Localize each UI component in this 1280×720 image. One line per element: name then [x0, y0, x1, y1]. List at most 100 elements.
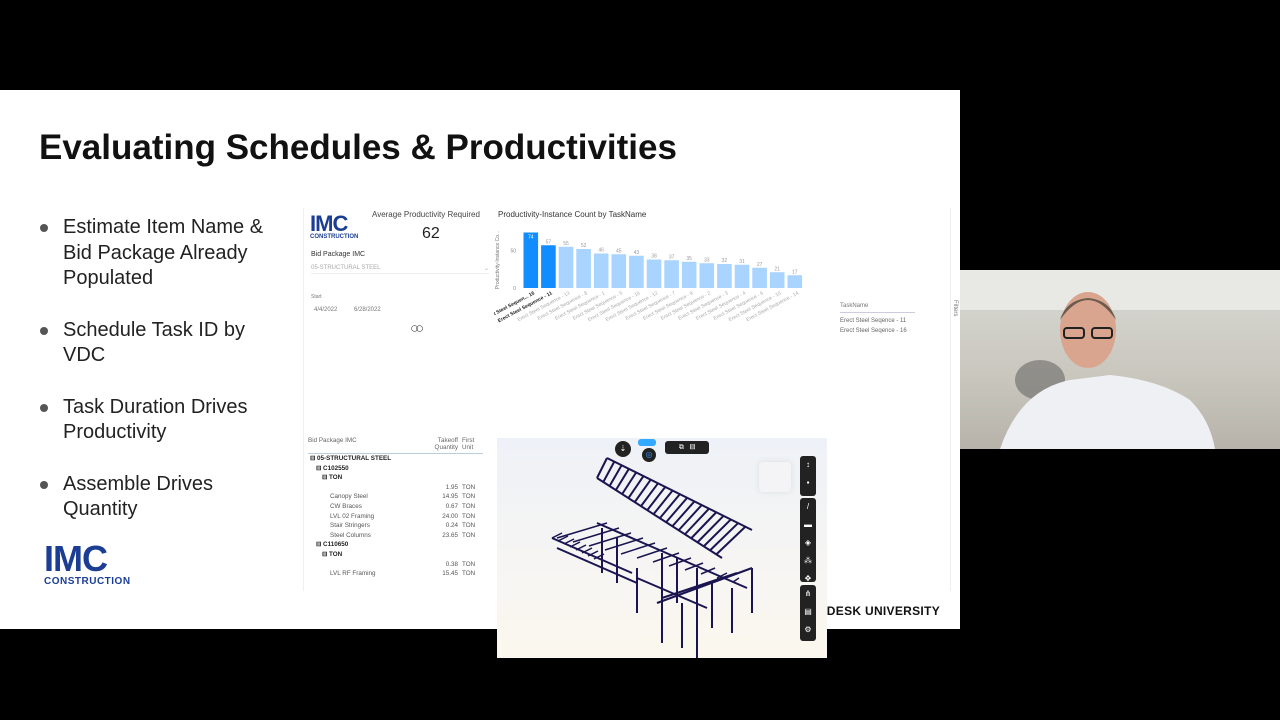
table-row[interactable]: LVL RF Framing 15.45 TON: [308, 569, 483, 579]
table-row[interactable]: CW Braces 0.67 TON: [308, 502, 483, 512]
table-body: ⊟ 05-STRUCTURAL STEEL ⊟ C102550 ⊟ TON 1.95 T…: [308, 454, 483, 579]
steel-member: [732, 577, 740, 583]
y-tick-label: 0: [513, 286, 516, 292]
bar[interactable]: [629, 255, 644, 288]
table-row[interactable]: ⊟ C102550: [308, 464, 483, 474]
steel-member: [575, 544, 587, 551]
slider-handles-icon[interactable]: ○○: [410, 320, 424, 337]
navigation-toolbar[interactable]: ↕ ▪: [800, 456, 816, 496]
bar-chart: Productivity-Instance Co... 05074Erect St…: [494, 231, 803, 324]
table-row[interactable]: Steel Columns 23.65 TON: [308, 531, 483, 541]
matrix-table: Bid Package IMC Takeoff Quantity First U…: [308, 437, 483, 579]
table-row[interactable]: Canopy Steel 14.95 TON: [308, 492, 483, 502]
slicer-item[interactable]: Erect Steel Seqence - 16: [840, 326, 915, 336]
table-row[interactable]: Stair Stringers 0.24 TON: [308, 521, 483, 531]
view-cube[interactable]: [759, 462, 791, 492]
section-box-icon: ▬: [804, 520, 812, 529]
row-label: Canopy Steel: [330, 493, 368, 501]
bar[interactable]: [699, 263, 715, 288]
bar[interactable]: [734, 264, 750, 288]
logo-sub: CONSTRUCTION: [310, 234, 359, 240]
date-label: Start: [311, 294, 322, 300]
table-row[interactable]: ⊟ 05-STRUCTURAL STEEL: [308, 454, 483, 464]
data-label: 17: [792, 269, 798, 275]
3d-model-viewer[interactable]: ⇣ ◎ ⧉ ▨ ↕ ▪ / ▬ ◈ ⁂ ✥ ⋔ ▤ ⚙: [497, 438, 827, 658]
bar[interactable]: [646, 259, 662, 289]
column-header[interactable]: Takeoff Quantity: [415, 437, 462, 451]
table-row[interactable]: ⊟ TON: [308, 550, 483, 560]
slicer-item[interactable]: Erect Steel Seqence - 11: [840, 316, 915, 326]
table-row[interactable]: LVL 02 Framing 24.00 TON: [308, 512, 483, 522]
view-toggle[interactable]: [638, 439, 656, 446]
row-label: Steel Columns: [330, 531, 371, 539]
table-row[interactable]: 0.38 TON: [308, 560, 483, 570]
steel-member: [572, 527, 620, 543]
properties-icon: ▤: [804, 607, 812, 616]
bullet-list: Estimate Item Name & Bid Package Already…: [40, 215, 290, 549]
presenter-webcam: [960, 270, 1280, 449]
table-header: Bid Package IMC Takeoff Quantity First U…: [308, 437, 483, 454]
takeoff-quantity: [415, 473, 462, 483]
data-label: 32: [722, 258, 728, 264]
data-label: 52: [581, 243, 587, 249]
data-label: 43: [634, 250, 640, 256]
column-header[interactable]: Bid Package IMC: [308, 437, 415, 451]
y-axis-label: Productivity-Instance Co...: [495, 231, 501, 289]
tools-toolbar[interactable]: / ▬ ◈ ⁂ ✥: [800, 498, 816, 583]
row-label: ⊟ TON: [322, 474, 343, 482]
end-date-input[interactable]: 6/28/2022: [354, 307, 381, 313]
data-label: 27: [757, 262, 763, 268]
chevron-down-icon: ⌄: [483, 266, 489, 272]
start-date-input[interactable]: 4/4/2022: [314, 307, 337, 313]
bar[interactable]: [787, 275, 803, 288]
data-label: 46: [598, 248, 604, 254]
download-button[interactable]: ⇣: [615, 441, 631, 457]
bar[interactable]: [769, 272, 785, 288]
bar[interactable]: [541, 245, 556, 288]
table-row[interactable]: ⊟ C110650: [308, 540, 483, 550]
target-icon: ◎: [645, 450, 653, 459]
takeoff-quantity: 14.95: [442, 493, 458, 501]
bar[interactable]: [523, 232, 539, 289]
layers-icon: ◈: [804, 538, 812, 547]
logo-main: IMC: [44, 538, 108, 579]
bar[interactable]: [717, 264, 732, 288]
first-unit: TON: [462, 483, 476, 491]
data-label: 21: [774, 266, 780, 272]
column-header[interactable]: First Unit: [462, 437, 482, 451]
bar[interactable]: [576, 249, 591, 288]
steel-member: [690, 511, 718, 539]
bar[interactable]: [681, 261, 697, 288]
steel-member: [563, 538, 575, 545]
steel-member: [652, 489, 674, 515]
steel-member: [671, 500, 696, 527]
row-label: ⊟ C102550: [316, 464, 349, 472]
data-label: 37: [669, 254, 675, 260]
bar[interactable]: [611, 254, 627, 288]
row-label: LVL 02 Framing: [330, 512, 375, 520]
first-unit: TON: [462, 560, 476, 568]
bar[interactable]: [752, 267, 767, 288]
bar[interactable]: [558, 246, 574, 288]
steel-member: [620, 542, 656, 555]
bar[interactable]: [593, 253, 609, 289]
logo-main: IMC: [310, 211, 348, 236]
row-label: ⊟ TON: [322, 550, 343, 558]
takeoff-quantity: [415, 550, 462, 560]
table-row[interactable]: 1.95 TON: [308, 483, 483, 493]
view-mode-toolbar[interactable]: ⧉ ▨: [665, 441, 709, 454]
filters-pane-toggle[interactable]: Filters: [946, 300, 958, 316]
steel-member: [633, 479, 652, 503]
steel-member: [596, 457, 608, 479]
steel-member: [556, 522, 608, 539]
bar[interactable]: [664, 260, 679, 288]
row-label: ⊟ C110650: [316, 541, 349, 549]
orbit-button[interactable]: ◎: [642, 448, 656, 462]
table-row[interactable]: ⊟ TON: [308, 473, 483, 483]
first-unit: TON: [462, 522, 476, 530]
settings-toolbar[interactable]: ⋔ ▤ ⚙: [800, 585, 816, 641]
bid-package-dropdown[interactable]: 05-STRUCTURAL STEEL ⌄: [311, 265, 489, 274]
data-label: 38: [651, 254, 657, 260]
y-tick-label: 50: [510, 249, 516, 255]
first-unit: [462, 550, 482, 560]
